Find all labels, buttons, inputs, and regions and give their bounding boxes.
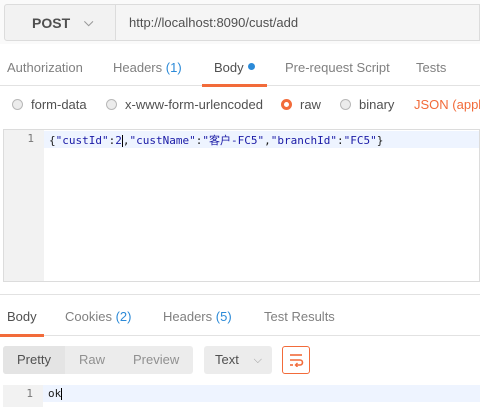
- radio-circle-icon: [340, 99, 351, 110]
- content-type-dropdown[interactable]: JSON (applic: [414, 97, 480, 112]
- method-label: POST: [32, 14, 71, 31]
- tab-label: Authorization: [7, 60, 83, 75]
- tab-count: (2): [115, 309, 132, 324]
- wrap-lines-icon: [290, 354, 304, 367]
- response-body-text: ok: [48, 387, 62, 400]
- radio-x-www-form-urlencoded[interactable]: x-www-form-urlencoded: [106, 97, 263, 112]
- response-tab-cookies[interactable]: Cookies (2): [65, 295, 131, 336]
- method-select[interactable]: POST ⌵: [4, 4, 116, 41]
- view-mode-raw-button[interactable]: Raw: [65, 346, 119, 374]
- code-token: "custName": [129, 134, 196, 147]
- radio-binary[interactable]: binary: [340, 97, 394, 112]
- format-label: Text: [215, 352, 239, 367]
- radio-label: x-www-form-urlencoded: [125, 97, 263, 112]
- radio-label: form-data: [31, 97, 87, 112]
- radio-circle-icon: [12, 99, 23, 110]
- tab-label: Body: [7, 309, 37, 324]
- response-toolbar: Pretty Raw Preview Text ⌵: [0, 336, 480, 384]
- radio-label: raw: [300, 97, 321, 112]
- line-number: 1: [26, 387, 33, 400]
- code-token: "客户-FC5": [202, 134, 265, 147]
- chevron-down-icon: ⌵: [84, 15, 94, 29]
- radio-raw[interactable]: raw: [281, 97, 321, 112]
- code-token: "branchId": [270, 134, 337, 147]
- tab-authorization[interactable]: Authorization: [7, 44, 83, 86]
- tab-label: Body: [214, 60, 244, 75]
- tab-label: Headers: [113, 60, 163, 75]
- tab-count: (5): [215, 309, 232, 324]
- response-tabs: Body Cookies (2) Headers (5) Test Result…: [0, 295, 480, 337]
- url-input[interactable]: http://localhost:8090/cust/add: [116, 4, 480, 41]
- view-mode-segmented-control: Pretty Raw Preview: [3, 346, 194, 374]
- radio-form-data[interactable]: form-data: [12, 97, 87, 112]
- body-modified-dot-icon: [247, 63, 255, 71]
- chevron-down-icon: ⌵: [253, 354, 262, 366]
- tab-label: Test Results: [264, 309, 335, 324]
- response-format-dropdown[interactable]: Text ⌵: [204, 346, 272, 374]
- code-token: :: [336, 134, 344, 147]
- tab-label: Headers: [163, 309, 213, 324]
- request-body-editor[interactable]: 1 {"custId":2,"custName":"客户-FC5","branc…: [3, 129, 480, 282]
- wrap-lines-button[interactable]: [282, 346, 310, 374]
- request-url-bar: POST ⌵ http://localhost:8090/cust/add: [0, 0, 480, 44]
- view-mode-preview-button[interactable]: Preview: [119, 346, 193, 374]
- tab-label: Pre-request Script: [285, 60, 390, 75]
- code-token: }: [376, 134, 384, 147]
- url-text: http://localhost:8090/cust/add: [129, 15, 299, 30]
- response-body-viewer[interactable]: 1 ok: [3, 385, 480, 407]
- response-tab-headers[interactable]: Headers (5): [163, 295, 232, 336]
- code-token: 2: [115, 134, 122, 147]
- tab-count: (1): [165, 60, 182, 75]
- editor-gutter: 1: [4, 130, 44, 281]
- code-token: ,: [264, 134, 271, 147]
- tab-label: Tests: [416, 60, 447, 75]
- radio-label: binary: [359, 97, 395, 112]
- tab-label: Cookies: [65, 309, 112, 324]
- response-text: ok: [48, 387, 63, 400]
- line-number: 1: [27, 132, 34, 145]
- radio-selected-icon: [281, 99, 292, 110]
- response-gutter: 1: [3, 385, 43, 407]
- body-type-selector: form-data x-www-form-urlencoded raw bina…: [0, 86, 480, 126]
- response-tab-body[interactable]: Body: [0, 295, 44, 337]
- view-mode-pretty-button[interactable]: Pretty: [3, 346, 65, 374]
- radio-circle-icon: [106, 99, 117, 110]
- tab-headers[interactable]: Headers (1): [113, 44, 182, 86]
- response-tab-test-results[interactable]: Test Results: [264, 295, 335, 336]
- text-cursor: [61, 388, 63, 400]
- request-tabs: Authorization Headers (1) Body Pre-reque…: [0, 44, 480, 87]
- tab-pre-request-script[interactable]: Pre-request Script: [285, 44, 390, 86]
- active-line-highlight: [43, 385, 480, 402]
- code-token: "FC5": [343, 134, 377, 147]
- tab-body[interactable]: Body: [202, 44, 267, 87]
- editor-code-line: {"custId":2,"custName":"客户-FC5","branchI…: [49, 132, 383, 148]
- code-token: {: [49, 134, 56, 147]
- tab-tests[interactable]: Tests: [416, 44, 446, 86]
- code-token: "custId": [55, 134, 109, 147]
